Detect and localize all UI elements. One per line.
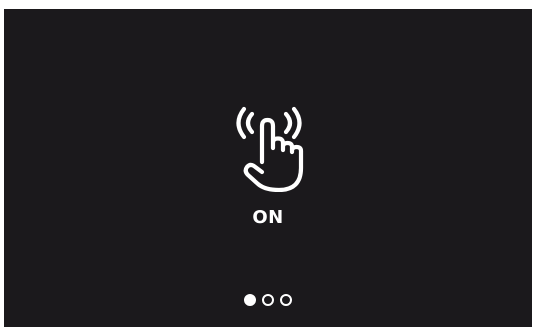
page-dot-2[interactable] — [262, 294, 274, 306]
page-indicator — [4, 294, 532, 306]
power-state-label: ON — [252, 207, 284, 228]
display-screen[interactable]: ON — [4, 9, 532, 327]
page-dot-3[interactable] — [280, 294, 292, 306]
touch-tap-icon[interactable] — [234, 104, 306, 192]
page-dot-1[interactable] — [244, 294, 256, 306]
